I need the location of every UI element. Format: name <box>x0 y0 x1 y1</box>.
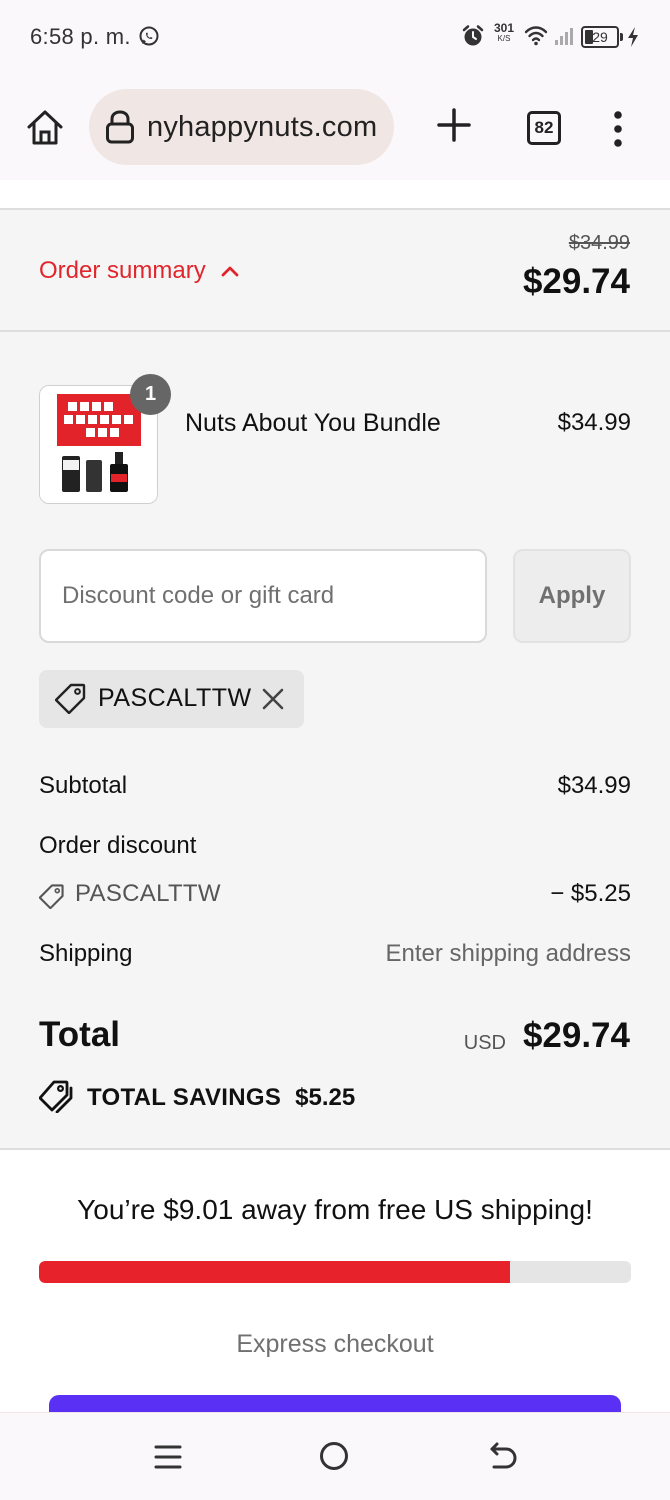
total-label: Total <box>39 1015 121 1054</box>
order-summary-toggle[interactable]: Order summary <box>39 257 240 285</box>
quantity-badge: 1 <box>130 374 171 415</box>
subtotal-label: Subtotal <box>39 772 128 799</box>
free-shipping-message: You’re $9.01 away from free US shipping! <box>77 1194 593 1225</box>
shipping-label: Shipping <box>39 940 133 967</box>
network-speed: 301 K/S <box>493 21 515 43</box>
total-currency: USD <box>463 1032 506 1054</box>
charging-icon <box>626 26 640 53</box>
line-item: 1 Nuts About You Bundle $34.99 <box>39 374 631 505</box>
battery-level: 29 <box>592 29 608 45</box>
product-price: $34.99 <box>557 409 631 436</box>
savings-label: TOTAL SAVINGS <box>87 1084 282 1111</box>
total-savings: TOTAL SAVINGS $5.25 <box>38 1079 356 1118</box>
tag-icon <box>38 883 65 916</box>
discount-value: − $5.25 <box>550 880 631 907</box>
applied-discount-code: PASCALTTW <box>98 684 252 712</box>
signal-icon <box>554 26 576 51</box>
alarm-icon <box>461 24 485 53</box>
url-text: nyhappynuts.com <box>147 111 378 143</box>
browser-toolbar: nyhappynuts.com 82 <box>0 75 670 180</box>
total-amount: $29.74 <box>522 1016 630 1055</box>
tab-switcher-button[interactable]: 82 <box>527 111 561 145</box>
system-navigation-bar <box>0 1412 670 1500</box>
express-checkout-button[interactable] <box>49 1395 621 1412</box>
recents-icon[interactable] <box>154 1443 182 1476</box>
order-summary-header[interactable]: Order summary $34.99 $29.74 <box>0 212 670 332</box>
savings-amount: $5.25 <box>295 1084 356 1111</box>
shipping-value: Enter shipping address <box>385 940 631 967</box>
savings-tag-icon <box>38 1079 73 1118</box>
subtotal-value: $34.99 <box>557 772 631 799</box>
checkout-page: Order summary $34.99 $29.74 1 Nuts About… <box>0 180 670 1412</box>
address-bar[interactable]: nyhappynuts.com <box>89 89 394 165</box>
free-shipping-progress <box>39 1261 631 1283</box>
apply-discount-button[interactable]: Apply <box>513 549 631 643</box>
order-summary-label: Order summary <box>39 257 206 284</box>
applied-discount-chip: PASCALTTW <box>39 670 304 728</box>
status-bar: 6:58 p. m. 301 K/S 29 <box>0 0 670 75</box>
new-tab-button[interactable] <box>434 105 474 145</box>
home-circle-icon[interactable] <box>320 1442 348 1470</box>
discount-code-label: PASCALTTW <box>75 880 221 907</box>
summary-total-price: $29.74 <box>522 262 630 301</box>
express-checkout-label: Express checkout <box>236 1330 434 1358</box>
free-shipping-section: You’re $9.01 away from free US shipping!… <box>0 1148 670 1412</box>
discount-code-input[interactable] <box>39 549 487 643</box>
battery-icon: 29 <box>581 26 623 48</box>
whatsapp-icon <box>138 25 160 52</box>
status-time: 6:58 p. m. <box>30 24 131 49</box>
wifi-icon <box>524 25 548 52</box>
tag-icon <box>54 682 87 719</box>
progress-fill <box>39 1261 510 1283</box>
home-button[interactable] <box>24 107 66 149</box>
chevron-up-icon <box>221 266 239 277</box>
order-discount-label: Order discount <box>39 832 197 859</box>
page-top-strip <box>0 180 670 210</box>
remove-discount-icon[interactable] <box>260 686 286 712</box>
back-icon[interactable] <box>488 1441 518 1476</box>
lock-icon[interactable] <box>104 109 136 150</box>
product-name: Nuts About You Bundle <box>185 409 441 437</box>
original-price: $34.99 <box>568 232 630 254</box>
more-menu-icon[interactable] <box>604 109 632 149</box>
